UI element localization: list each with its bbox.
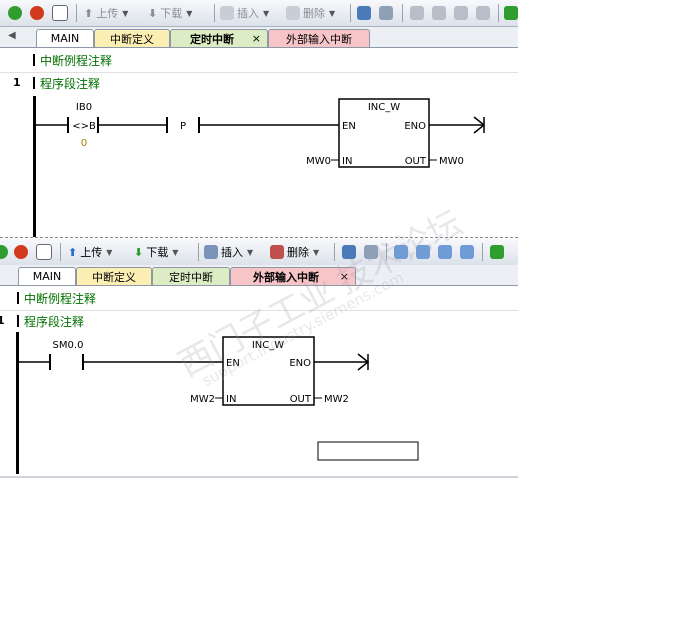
contact2-label: P	[180, 121, 186, 132]
box-title: INC_W	[368, 102, 400, 113]
in-operand[interactable]: MW2	[190, 394, 215, 405]
positive-transition-contact[interactable]: P	[166, 117, 200, 133]
out-operand[interactable]: MW2	[324, 394, 349, 405]
box-title: INC_W	[252, 340, 284, 351]
contact1-address: IB0	[76, 102, 92, 113]
contact1-value: 0	[81, 138, 87, 149]
eno-pin: ENO	[404, 121, 426, 132]
in-pin: IN	[342, 156, 352, 167]
horizontal-scrollbar[interactable]	[0, 476, 518, 478]
contact-address: SM0.0	[53, 340, 84, 351]
en-pin: EN	[342, 121, 356, 132]
contact1-operator: <>B	[72, 121, 96, 132]
compare-contact[interactable]: IB0 <>B 0	[67, 102, 99, 149]
eno-pin: ENO	[289, 358, 311, 369]
in-pin: IN	[226, 394, 236, 405]
ladder-network-1: IB0 <>B 0 P INC_W EN ENO IN OUT MW0 MW0	[35, 98, 486, 168]
operand-edit-box[interactable]	[317, 441, 419, 461]
inc-w-box[interactable]: INC_W EN ENO IN OUT	[222, 336, 315, 406]
always-on-contact[interactable]: SM0.0	[49, 340, 84, 370]
en-pin: EN	[226, 358, 240, 369]
out-pin: OUT	[290, 394, 312, 405]
in-operand[interactable]: MW0	[306, 156, 331, 167]
inc-w-box[interactable]: INC_W EN ENO IN OUT	[338, 98, 430, 168]
editor-panel-top: ⬆ 上传 ▼ ⬇ 下载 ▼ 插入 ▼ 删除 ▼ ◀ MAIN 中断定义 定时中断…	[0, 0, 518, 237]
editor-panel-bottom: ⬆ 上传 ▼ ⬇ 下载 ▼ 插入 ▼ 删除 ▼ MAIN 中断定义 定时中断 外…	[0, 239, 518, 479]
ladder-network-2: SM0.0 INC_W EN ENO IN OUT MW2 MW2	[18, 336, 419, 461]
out-pin: OUT	[405, 156, 427, 167]
out-operand[interactable]: MW0	[439, 156, 464, 167]
